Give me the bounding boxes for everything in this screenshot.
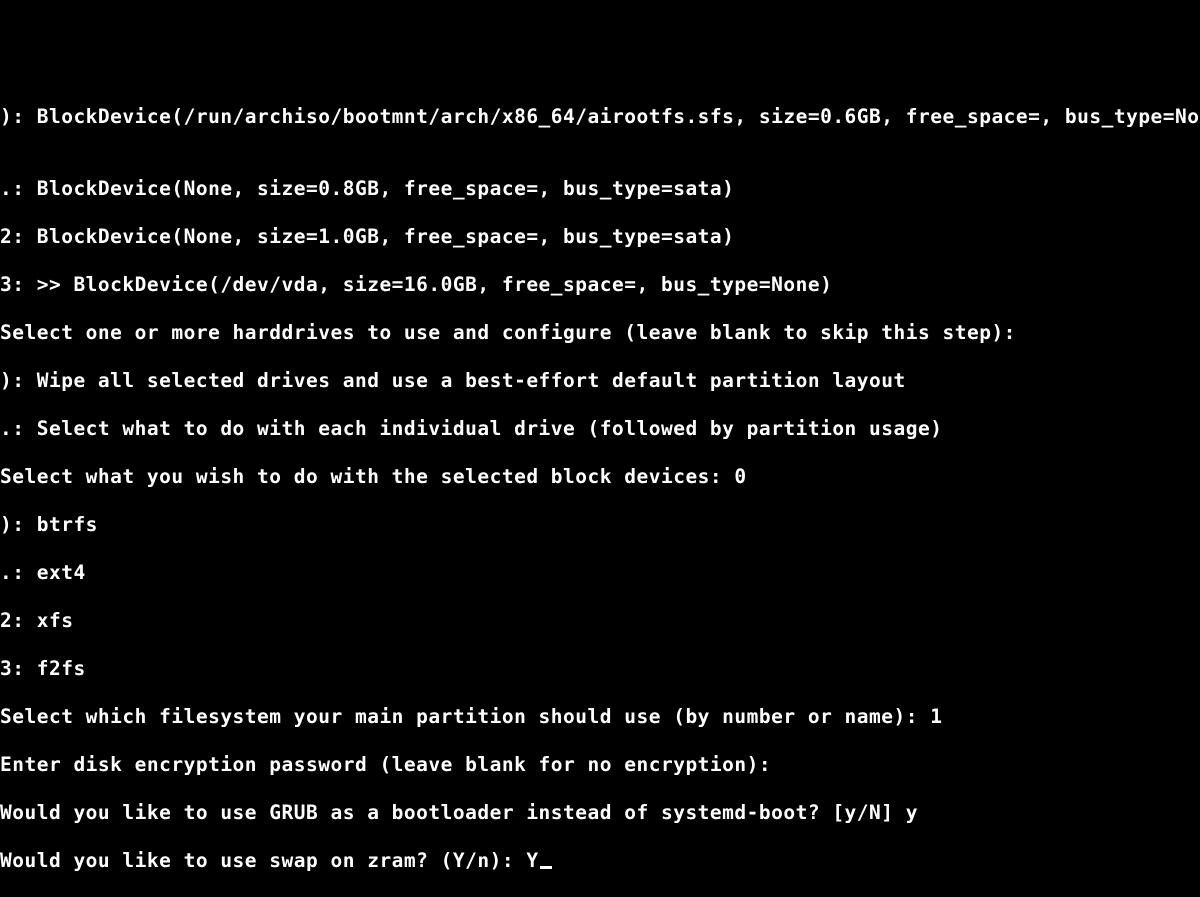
- terminal-line: 2: xfs: [0, 609, 1200, 633]
- terminal-line: .: BlockDevice(None, size=0.8GB, free_sp…: [0, 177, 1200, 201]
- terminal-prompt-line[interactable]: Would you like to use swap on zram? (Y/n…: [0, 849, 1200, 873]
- terminal-output[interactable]: ): BlockDevice(/run/archiso/bootmnt/arch…: [0, 81, 1200, 897]
- terminal-line: ): Wipe all selected drives and use a be…: [0, 369, 1200, 393]
- terminal-line: Select one or more harddrives to use and…: [0, 321, 1200, 345]
- terminal-line: 2: BlockDevice(None, size=1.0GB, free_sp…: [0, 225, 1200, 249]
- terminal-line: Select which filesystem your main partit…: [0, 705, 1200, 729]
- terminal-line: .: ext4: [0, 561, 1200, 585]
- terminal-line: 3: f2fs: [0, 657, 1200, 681]
- terminal-line: .: Select what to do with each individua…: [0, 417, 1200, 441]
- terminal-line: Enter disk encryption password (leave bl…: [0, 753, 1200, 777]
- terminal-line: ): btrfs: [0, 513, 1200, 537]
- terminal-line: Would you like to use GRUB as a bootload…: [0, 801, 1200, 825]
- terminal-line: 3: >> BlockDevice(/dev/vda, size=16.0GB,…: [0, 273, 1200, 297]
- cursor-icon: [540, 866, 552, 869]
- terminal-line: Select what you wish to do with the sele…: [0, 465, 1200, 489]
- terminal-line: ): BlockDevice(/run/archiso/bootmnt/arch…: [0, 105, 1200, 129]
- terminal-prompt-text: Would you like to use swap on zram? (Y/n…: [0, 849, 539, 872]
